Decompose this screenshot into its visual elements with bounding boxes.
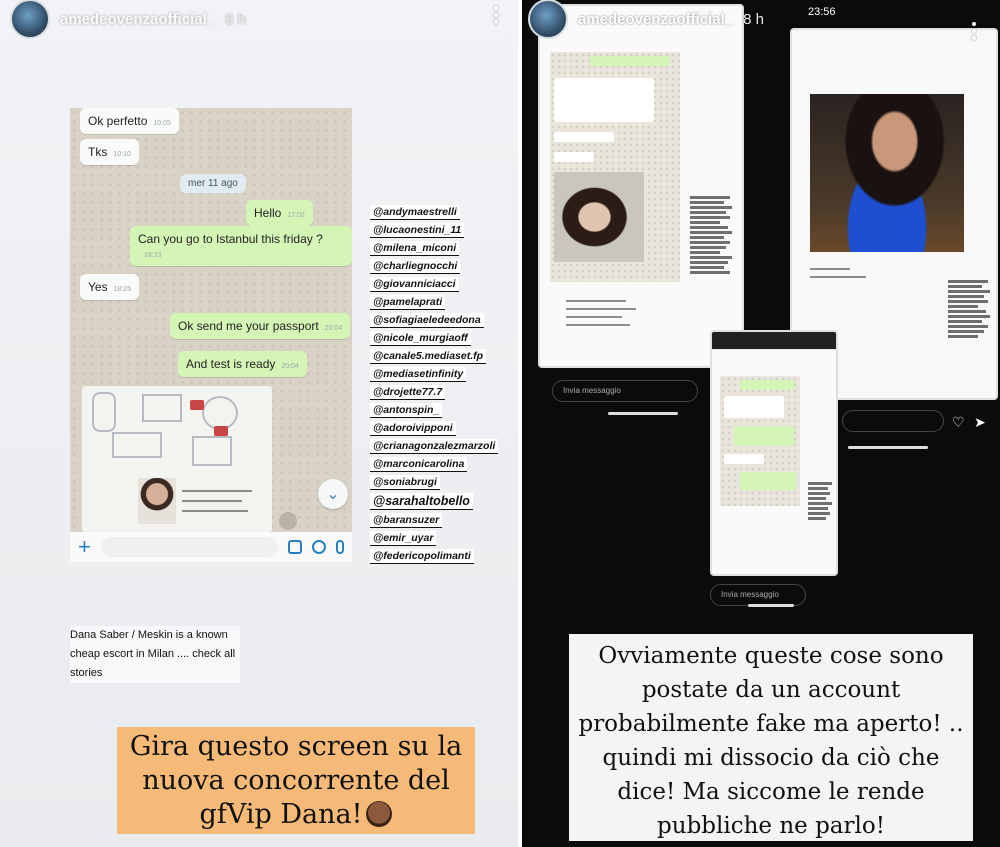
username[interactable]: amedeovenzaofficial_	[578, 11, 733, 28]
mention-tag[interactable]: @antonspin_	[370, 403, 443, 418]
mention-tag[interactable]: @mediasetinfinity	[370, 367, 467, 382]
story-caption: Ovviamente queste cose sono postate da u…	[569, 634, 973, 841]
story-header: amedeovenzaofficial_ 8 h	[528, 0, 764, 39]
mention-tag[interactable]: @drojette77.7	[370, 385, 446, 400]
mention-tag[interactable]: @baransuzer	[370, 513, 443, 528]
mention-tag[interactable]: @nicole_murgiaoff	[370, 331, 471, 346]
camera-icon[interactable]	[312, 540, 326, 554]
mention-tag[interactable]: @adoroivipponi	[370, 421, 456, 436]
message-bubble: Hello 17:02	[246, 200, 313, 226]
message-bubble: Ok perfetto 10:05	[80, 108, 179, 134]
mention-tag[interactable]: @emir_uyar	[370, 531, 437, 546]
home-indicator	[608, 412, 678, 415]
message-bubble: And test is ready 20:04	[178, 351, 307, 377]
mention-tag[interactable]: @charliegnocchi	[370, 259, 461, 274]
post-photo	[810, 94, 964, 252]
mention-tag[interactable]: @soniabrugi	[370, 475, 440, 490]
message-bubble: Can you go to Istanbul this friday ?18:2…	[130, 226, 352, 266]
mention-tag[interactable]: @andymaestrelli	[370, 205, 460, 220]
share-icon[interactable]: ➤	[974, 414, 986, 431]
avatar[interactable]	[10, 0, 50, 39]
facepalm-emoji-icon	[366, 801, 393, 827]
plus-icon[interactable]: +	[78, 536, 91, 558]
story-note-text: Dana Saber / Meskin is a known cheap esc…	[70, 626, 240, 683]
sticker-icon[interactable]	[288, 540, 302, 554]
post-time: 8 h	[743, 10, 764, 28]
passport-photo	[138, 478, 176, 524]
heart-icon[interactable]: ♡	[952, 414, 965, 431]
message-bubble: Yes 18:25	[80, 274, 140, 300]
username[interactable]: amedeovenzaofficial_	[60, 11, 215, 28]
mention-tag[interactable]: @federicopolimanti	[370, 549, 474, 564]
mention-tag[interactable]: @sofiagiaeledeedona	[370, 313, 484, 328]
mention-tags: @andymaestrelli @lucaonestini_11 @milena…	[370, 205, 499, 564]
more-options-icon[interactable]	[972, 22, 978, 40]
send-message-input[interactable]: Invia messaggio	[710, 584, 806, 606]
mini-chat-screenshot	[550, 52, 680, 282]
nested-story-screenshot	[538, 4, 744, 368]
mention-tag[interactable]: @lucaonestini_11	[370, 223, 465, 238]
mention-tag[interactable]: @marconicarolina	[370, 457, 468, 472]
date-separator: mer 11 ago	[180, 174, 246, 193]
status-time: 23:56	[808, 6, 836, 18]
mention-tag[interactable]: @canale5.mediaset.fp	[370, 349, 487, 364]
whatsapp-chat-screenshot: Ok perfetto 10:05 Tks 10:10 mer 11 ago Hel…	[70, 108, 352, 532]
gif-badge-icon	[279, 512, 297, 530]
mention-tag[interactable]: @pamelaprati	[370, 295, 446, 310]
mention-tag[interactable]: @sarahaltobello	[370, 493, 473, 510]
story-caption: Gira questo screen su la nuova concorren…	[117, 727, 475, 834]
left-story[interactable]: amedeovenzaofficial_ 8 h Ok perfetto 10:0…	[0, 0, 518, 847]
home-indicator	[748, 604, 794, 607]
chat-input-bar: +	[70, 532, 352, 562]
story-header: amedeovenzaofficial_ 8 h	[10, 0, 246, 39]
mention-tag[interactable]: @crianagonzalezmarzoli	[370, 439, 499, 454]
mention-tag[interactable]: @giovanniciacci	[370, 277, 459, 292]
send-message-input[interactable]	[842, 410, 944, 432]
scroll-down-icon[interactable]: ⌄	[318, 479, 348, 509]
mention-tag[interactable]: @milena_miconi	[370, 241, 460, 256]
message-bubble: Ok send me your passport 20:04	[170, 313, 351, 339]
nested-chat-screenshot	[710, 330, 838, 576]
message-input[interactable]	[100, 537, 278, 557]
avatar[interactable]	[528, 0, 568, 39]
passport-image[interactable]	[82, 386, 272, 532]
message-bubble: Tks 10:10	[80, 139, 139, 165]
send-message-input[interactable]: Invia messaggio	[552, 380, 698, 402]
more-options-icon[interactable]	[494, 6, 500, 24]
post-time: 8 h	[225, 10, 246, 28]
home-indicator	[848, 446, 928, 449]
mic-icon[interactable]	[336, 540, 344, 554]
